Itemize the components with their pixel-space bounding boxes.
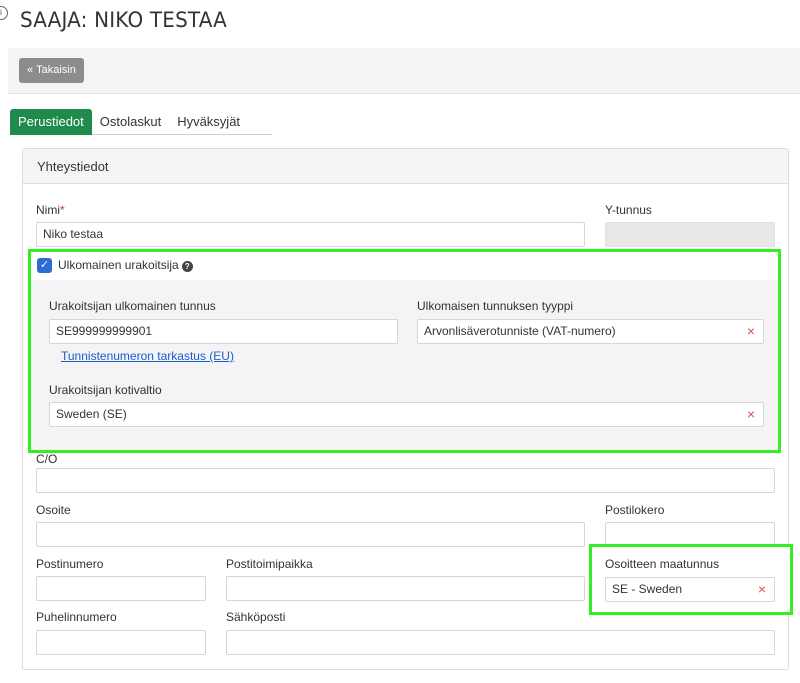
country-code-section: Osoitteen maatunnus SE - Sweden × (589, 544, 793, 615)
clear-icon[interactable]: × (758, 578, 766, 601)
foreign-id-label: Urakoitsijan ulkomainen tunnus (49, 299, 216, 313)
country-code-value: SE - Sweden (612, 582, 683, 596)
foreign-contractor-checkbox[interactable]: ✓ (37, 258, 52, 273)
name-input[interactable]: Niko testaa (36, 222, 585, 247)
postal-code-input[interactable] (36, 576, 206, 601)
country-code-label: Osoitteen maatunnus (605, 557, 720, 571)
help-icon[interactable]: ? (181, 261, 193, 272)
address-input[interactable] (36, 522, 585, 547)
panel-title: Yhteystiedot (23, 149, 788, 184)
city-label: Postitoimipaikka (226, 557, 313, 571)
address-label: Osoite (36, 503, 71, 517)
required-marker: * (60, 203, 65, 217)
page-title: SAAJA: NIKO TESTAA (20, 8, 227, 32)
foreign-id-type-value: Arvonlisäverotunniste (VAT-numero) (424, 324, 616, 338)
tab-bar: Perustiedot Ostolaskut Hyväksyjät (10, 109, 272, 135)
ytunnus-input[interactable] (605, 222, 775, 247)
home-country-value: Sweden (SE) (56, 407, 127, 421)
email-label: Sähköposti (226, 610, 286, 624)
foreign-checkbox-row: ✓ Ulkomainen urakoitsija? (31, 252, 778, 280)
postal-code-label: Postinumero (36, 557, 104, 571)
info-icon: i (0, 6, 8, 20)
phone-input[interactable] (36, 630, 206, 655)
foreign-id-type-label: Ulkomaisen tunnuksen tyyppi (417, 299, 574, 313)
double-chevron-left-icon: « (27, 64, 34, 76)
co-label: C/O (36, 452, 58, 466)
foreign-id-input[interactable]: SE999999999901 (49, 319, 398, 344)
foreign-contractor-section: ✓ Ulkomainen urakoitsija? Urakoitsijan u… (28, 249, 781, 453)
home-country-label: Urakoitsijan kotivaltio (49, 383, 162, 397)
verify-id-link[interactable]: Tunnistenumeron tarkastus (EU) (61, 349, 234, 363)
name-label: Nimi* (36, 203, 65, 217)
foreign-id-type-select[interactable]: Arvonlisäverotunniste (VAT-numero) × (417, 319, 764, 344)
pobox-label: Postilokero (605, 503, 665, 517)
toolbar: « Takaisin (8, 48, 800, 94)
back-button[interactable]: « Takaisin (19, 58, 84, 83)
email-input[interactable] (226, 630, 775, 655)
tab-hyvaksyjat[interactable]: Hyväksyjät (169, 109, 248, 135)
home-country-select[interactable]: Sweden (SE) × (49, 402, 764, 427)
co-input[interactable] (36, 468, 775, 493)
clear-icon[interactable]: × (747, 403, 755, 426)
tab-perustiedot[interactable]: Perustiedot (10, 109, 92, 135)
tab-ostolaskut[interactable]: Ostolaskut (92, 109, 169, 135)
back-button-label: Takaisin (36, 64, 76, 76)
foreign-contractor-label: Ulkomainen urakoitsija? (58, 258, 193, 272)
country-code-select[interactable]: SE - Sweden × (605, 577, 775, 602)
clear-icon[interactable]: × (747, 320, 755, 343)
phone-label: Puhelinnumero (36, 610, 117, 624)
city-input[interactable] (226, 576, 585, 601)
ytunnus-label: Y-tunnus (605, 203, 652, 217)
